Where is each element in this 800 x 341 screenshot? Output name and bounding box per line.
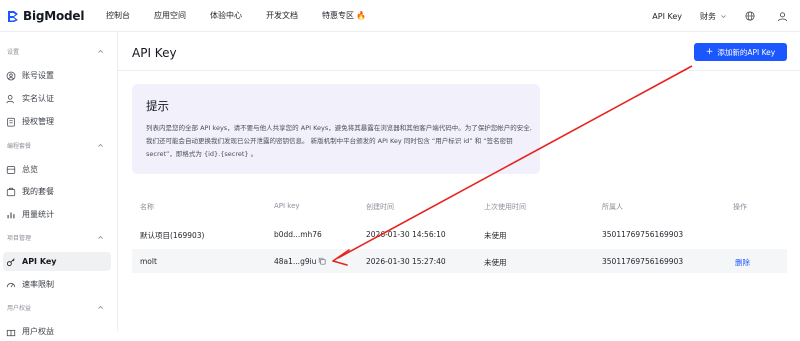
column-header-actions: 操作: [733, 203, 747, 211]
add-api-key-label: 添加新的API Key: [717, 47, 776, 57]
sidebar-item-label: 授权管理: [22, 117, 54, 126]
cell-last-used: 未使用: [484, 231, 507, 240]
nav-special-offers[interactable]: 特惠专区 🔥: [322, 10, 366, 21]
chevron-up-icon: [98, 49, 103, 53]
sidebar-section-user-benefits[interactable]: 用户权益: [0, 300, 118, 314]
sidebar-item-authorization[interactable]: 授权管理: [3, 112, 111, 131]
gauge-icon: [6, 282, 16, 287]
fire-icon: 🔥: [356, 11, 366, 20]
nav-experience-center[interactable]: 体验中心: [210, 10, 242, 21]
cell-owner: 35011769756169903: [602, 230, 684, 239]
cell-api-key: 48a1...g9iu: [274, 257, 317, 266]
brand-name: BigModel: [23, 8, 85, 23]
nav-app-space[interactable]: 应用空间: [154, 10, 186, 21]
sidebar-item-real-name[interactable]: 实名认证: [3, 89, 111, 108]
package-icon: [6, 187, 16, 196]
tip-card: 提示 列表内是您的全部 API keys，请不要与他人共享您的 API Keys…: [132, 84, 540, 174]
cell-name: 默认项目(169903): [140, 231, 205, 240]
sidebar: 设置 账号设置 实名认证 授权管理 编程套餐 总览 我的套餐 用量统计 项目管理…: [0, 32, 118, 336]
column-header-name: 名称: [140, 203, 154, 211]
copy-icon[interactable]: [318, 257, 326, 265]
bar-chart-icon: [7, 212, 15, 218]
main-content: API Key + 添加新的API Key 提示 列表内是您的全部 API ke…: [118, 32, 800, 331]
sidebar-item-api-key[interactable]: API Key: [3, 252, 111, 271]
sidebar-section-settings[interactable]: 设置: [0, 44, 118, 58]
chevron-up-icon: [98, 235, 103, 239]
column-header-created: 创建时间: [366, 203, 394, 211]
nav-special-offers-label: 特惠专区: [322, 11, 354, 20]
sidebar-item-label: 速率限制: [22, 280, 54, 289]
sidebar-section-coding-plan[interactable]: 编程套餐: [0, 138, 118, 152]
sidebar-item-label: 用量统计: [22, 210, 54, 219]
overview-icon: [6, 165, 16, 174]
authorization-icon: [7, 117, 15, 127]
table-row[interactable]: molt 48a1...g9iu 2026-01-30 15:27:40 未使用…: [132, 249, 787, 273]
sidebar-section-project-management[interactable]: 项目管理: [0, 230, 118, 244]
divider: [118, 70, 800, 71]
delete-link[interactable]: 删除: [735, 257, 750, 268]
sidebar-item-user-benefits[interactable]: 用户权益: [3, 322, 111, 341]
sidebar-section-label: 用户权益: [7, 304, 32, 312]
table-row[interactable]: 默认项目(169903) b0dd...mh76 2026-01-30 14:5…: [132, 222, 787, 246]
cell-api-key: b0dd...mh76: [274, 230, 322, 239]
bigmodel-logo-icon: [8, 10, 18, 22]
user-verify-icon: [6, 94, 14, 103]
top-bar: BigModel 控制台 应用空间 体验中心 开发文档 特惠专区 🔥 API Ke…: [0, 0, 800, 32]
chevron-up-icon: [98, 143, 103, 147]
column-header-api-key: API key: [274, 202, 300, 210]
sidebar-item-label: 实名认证: [22, 94, 54, 103]
sidebar-item-overview[interactable]: 总览: [3, 160, 111, 179]
account-settings-icon: [6, 71, 16, 80]
sidebar-section-label: 设置: [7, 48, 20, 56]
key-icon: [6, 257, 15, 266]
gift-icon: [6, 329, 16, 336]
finance-menu[interactable]: 财务: [700, 11, 727, 22]
sidebar-item-label: 账号设置: [22, 71, 54, 80]
table-header: 名称 API key 创建时间 上次使用时间 所属人 操作: [132, 200, 787, 214]
user-avatar-icon[interactable]: [777, 11, 788, 22]
column-header-last-used: 上次使用时间: [484, 203, 526, 211]
sidebar-item-my-plan[interactable]: 我的套餐: [3, 182, 111, 201]
cell-created: 2026-01-30 14:56:10: [366, 230, 446, 239]
sidebar-item-label: 总览: [22, 165, 38, 174]
globe-icon[interactable]: [745, 11, 755, 21]
top-api-key-link[interactable]: API Key: [652, 12, 682, 21]
sidebar-item-label: API Key: [22, 257, 57, 266]
cell-last-used: 未使用: [484, 258, 507, 267]
chevron-down-icon: [721, 14, 726, 18]
cell-name: molt: [140, 257, 157, 266]
sidebar-item-label: 我的套餐: [22, 187, 54, 196]
column-header-owner: 所属人: [602, 203, 623, 211]
finance-label: 财务: [700, 11, 716, 21]
top-right-menu: API Key 财务: [652, 0, 800, 32]
cell-created: 2026-01-30 15:27:40: [366, 257, 446, 266]
top-nav: 控制台 应用空间 体验中心 开发文档 特惠专区 🔥: [98, 10, 390, 21]
cell-owner: 35011769756169903: [602, 257, 684, 266]
sidebar-item-usage-stats[interactable]: 用量统计: [3, 205, 111, 224]
add-api-key-button[interactable]: + 添加新的API Key: [694, 43, 787, 61]
nav-console[interactable]: 控制台: [106, 10, 130, 21]
brand-logo[interactable]: BigModel: [6, 9, 98, 23]
sidebar-item-label: 用户权益: [22, 327, 54, 336]
page-title: API Key: [132, 46, 177, 60]
sidebar-section-label: 项目管理: [7, 234, 32, 242]
tip-title: 提示: [146, 99, 169, 113]
sidebar-item-account-settings[interactable]: 账号设置: [3, 66, 111, 85]
chevron-up-icon: [98, 305, 103, 309]
plus-icon: +: [705, 46, 714, 57]
sidebar-section-label: 编程套餐: [7, 142, 32, 150]
tip-text: 列表内是您的全部 API keys，请不要与他人共享您的 API Keys，避免…: [146, 124, 532, 158]
sidebar-item-rate-limit[interactable]: 速率限制: [3, 275, 111, 294]
nav-dev-docs[interactable]: 开发文档: [266, 10, 298, 21]
